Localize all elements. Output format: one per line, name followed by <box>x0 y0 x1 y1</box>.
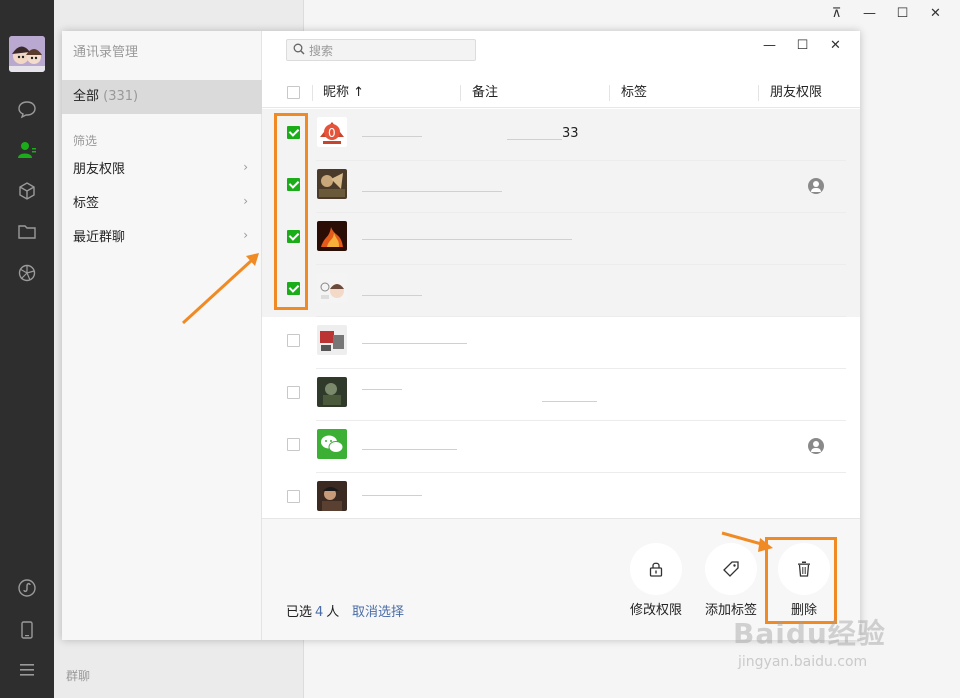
sidebar-item-recent-groups[interactable]: 最近群聊 › <box>62 220 262 250</box>
contact-avatar <box>317 169 347 199</box>
menu-icon[interactable] <box>15 658 39 682</box>
dialog-window-controls: — ☐ ✕ <box>753 35 852 55</box>
table-row[interactable] <box>262 161 860 213</box>
phone-icon[interactable] <box>15 618 39 642</box>
group-chat-label[interactable]: 群聊 <box>66 667 90 684</box>
contacts-manager-dialog: 通讯录管理 全部 (331) 筛选 朋友权限 › 标签 › 最近群聊 › 搜索 … <box>62 31 860 640</box>
table-row[interactable] <box>262 317 860 369</box>
dialog-minimize-icon[interactable]: — <box>753 35 786 55</box>
row-checkbox[interactable] <box>287 334 300 347</box>
dialog-maximize-icon[interactable]: ☐ <box>786 35 819 55</box>
close-icon[interactable]: ✕ <box>919 4 952 22</box>
filter-section-label: 筛选 <box>73 134 98 148</box>
dialog-sidebar: 通讯录管理 全部 (331) 筛选 朋友权限 › 标签 › 最近群聊 › <box>62 31 262 640</box>
contact-avatar <box>317 221 347 251</box>
chevron-right-icon: › <box>243 160 248 174</box>
dialog-title: 通讯录管理 <box>73 45 139 60</box>
sidebar-item-tags[interactable]: 标签 › <box>62 186 262 216</box>
minimize-icon[interactable]: — <box>853 4 886 22</box>
modify-permissions-button[interactable]: 修改权限 <box>626 543 686 618</box>
table-row[interactable] <box>262 265 860 317</box>
chevron-right-icon: › <box>243 194 248 208</box>
chat-icon[interactable] <box>15 97 39 121</box>
miniprogram-icon[interactable] <box>15 576 39 600</box>
table-header: 昵称 ↑ 备注 标签 朋友权限 <box>262 78 860 108</box>
table-row[interactable] <box>262 473 860 518</box>
column-tags[interactable]: 标签 <box>621 78 647 108</box>
sidebar-item-label: 最近群聊 <box>73 229 126 245</box>
tag-icon <box>705 543 757 595</box>
sidebar-item-label: 标签 <box>73 195 100 211</box>
table-row[interactable] <box>262 369 860 421</box>
selected-count-text: 已选 4 人 <box>286 601 339 620</box>
nav-sidebar <box>0 0 54 698</box>
pin-icon[interactable]: ⊼ <box>820 4 853 22</box>
search-input[interactable]: 搜索 <box>286 39 476 61</box>
sidebar-all-label: 全部 <box>73 89 100 104</box>
contact-avatar <box>317 273 347 303</box>
add-tag-button[interactable]: 添加标签 <box>701 543 761 618</box>
sidebar-item-label: 朋友权限 <box>73 161 126 177</box>
sidebar-item-all[interactable]: 全部 (331) <box>62 80 262 114</box>
svg-text:0: 0 <box>328 126 336 140</box>
watermark-url: jingyan.baidu.com <box>738 654 868 670</box>
contact-avatar <box>317 377 347 407</box>
selected-prefix: 已选 <box>286 605 313 620</box>
table-row[interactable]: 0 33 <box>262 109 860 161</box>
search-icon <box>293 43 305 58</box>
watermark-brand: Baidu经验 <box>733 617 886 650</box>
sidebar-all-count: (331) <box>103 89 139 104</box>
contact-avatar <box>317 429 347 459</box>
table-row[interactable] <box>262 421 860 473</box>
dialog-close-icon[interactable]: ✕ <box>819 35 852 55</box>
selected-suffix: 人 <box>326 605 340 620</box>
row-checkbox[interactable] <box>287 386 300 399</box>
checkbox-highlight-box <box>274 113 308 310</box>
delete-highlight-box <box>765 537 837 624</box>
lock-icon <box>630 543 682 595</box>
chevron-right-icon: › <box>243 228 248 242</box>
window-controls: ⊼ — ☐ ✕ <box>820 4 952 22</box>
contact-avatar <box>317 481 347 511</box>
contact-avatar: 0 <box>317 117 347 147</box>
row-checkbox[interactable] <box>287 490 300 503</box>
select-all-checkbox[interactable] <box>287 86 300 99</box>
action-label: 修改权限 <box>629 603 682 618</box>
table-row[interactable] <box>262 213 860 265</box>
moments-icon[interactable] <box>15 261 39 285</box>
folder-icon[interactable] <box>15 220 39 244</box>
favorites-icon[interactable] <box>15 179 39 203</box>
friend-permission-icon <box>808 178 824 194</box>
friend-permission-icon <box>808 438 824 454</box>
sidebar-item-friend-permissions[interactable]: 朋友权限 › <box>62 152 262 182</box>
user-avatar[interactable] <box>9 36 45 72</box>
row-checkbox[interactable] <box>287 438 300 451</box>
column-friend-permissions[interactable]: 朋友权限 <box>770 78 822 108</box>
contact-list: 0 33 <box>262 109 860 518</box>
maximize-icon[interactable]: ☐ <box>886 4 919 22</box>
contact-name: 33 <box>562 126 579 141</box>
search-placeholder: 搜索 <box>309 43 334 58</box>
contact-avatar <box>317 325 347 355</box>
contacts-icon[interactable] <box>15 138 39 162</box>
cancel-selection-link[interactable]: 取消选择 <box>352 601 404 620</box>
selected-count: 4 <box>315 605 324 620</box>
column-remark[interactable]: 备注 <box>472 78 498 108</box>
column-nickname[interactable]: 昵称 ↑ <box>323 78 364 108</box>
